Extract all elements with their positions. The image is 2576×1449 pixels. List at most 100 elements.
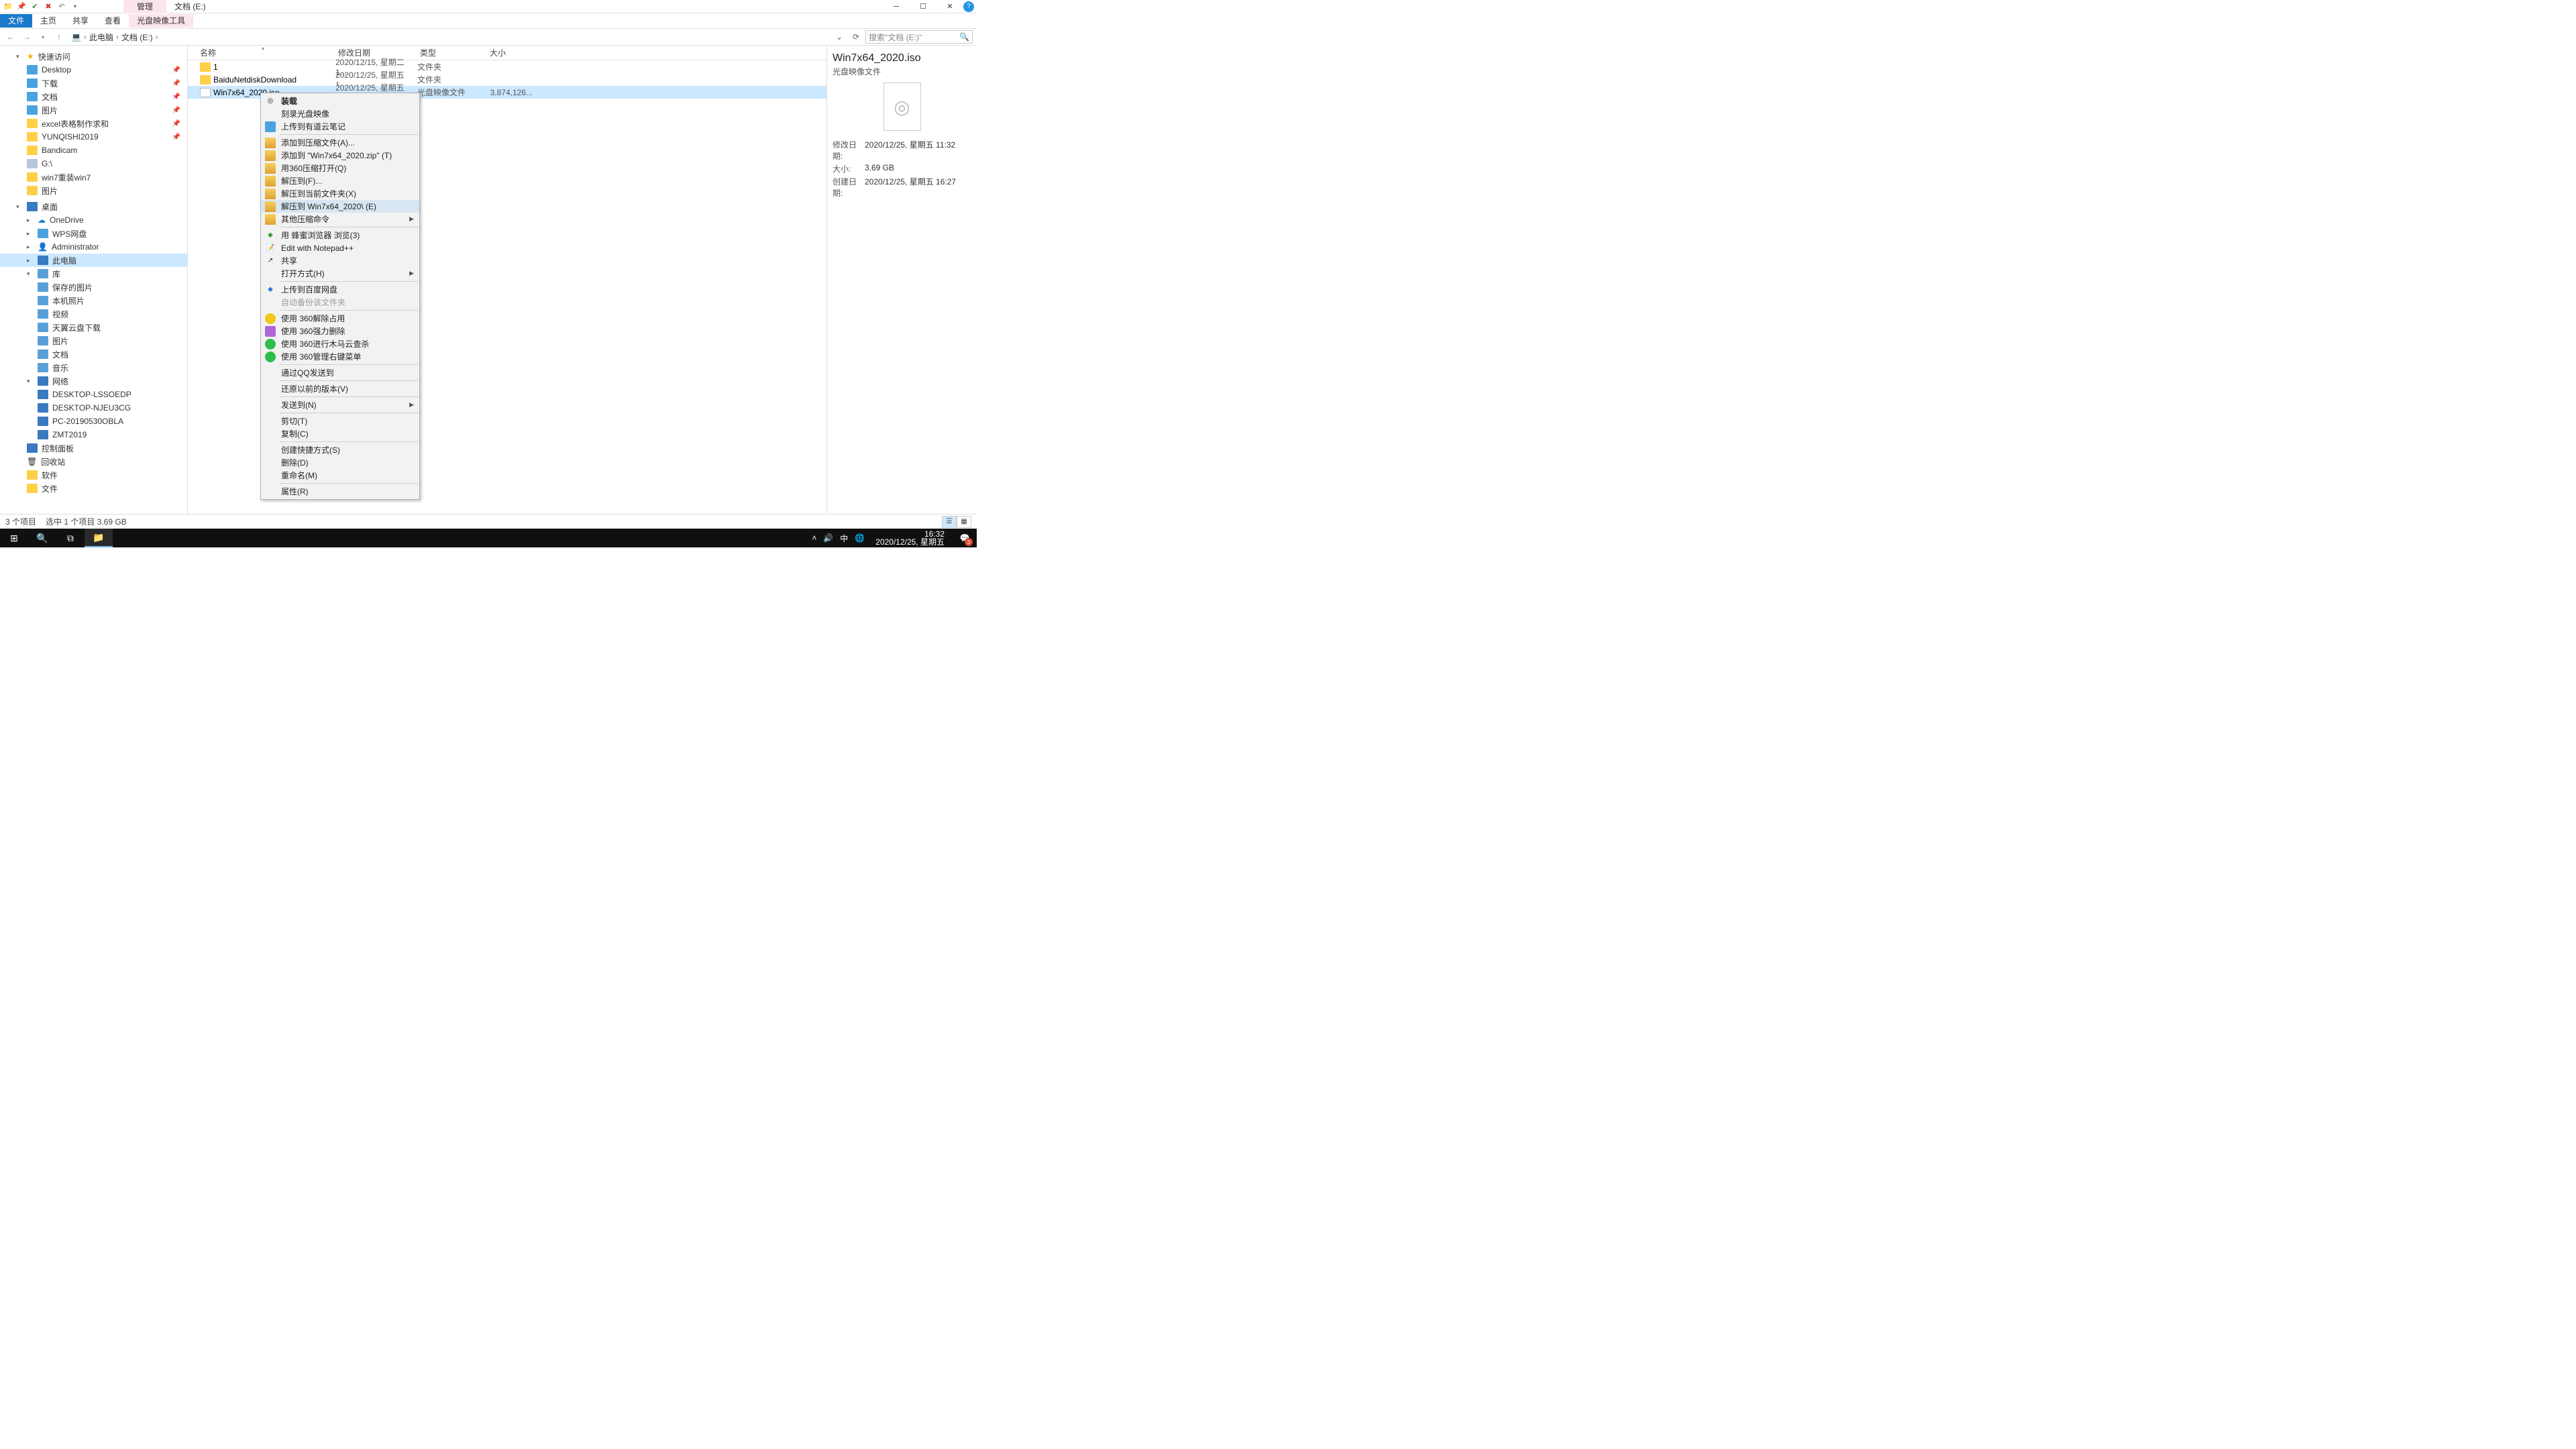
- nav-net-3[interactable]: PC-20190530OBLA: [0, 415, 187, 428]
- nav-onedrive[interactable]: ▸☁OneDrive: [0, 213, 187, 227]
- nav-gdrive[interactable]: G:\: [0, 157, 187, 170]
- chevron-down-icon[interactable]: ▾: [27, 270, 34, 278]
- task-view-button[interactable]: ⧉: [56, 529, 85, 547]
- chevron-right-icon[interactable]: ▸: [27, 217, 34, 224]
- ctx-open-360zip[interactable]: 用360压缩打开(Q): [261, 162, 419, 174]
- ctx-browser[interactable]: ◆用 蜂蜜浏览器 浏览(3): [261, 229, 419, 241]
- nav-files[interactable]: 文件: [0, 482, 187, 495]
- ctx-baidu[interactable]: ◆上传到百度网盘: [261, 283, 419, 296]
- ctx-notepad[interactable]: 📝Edit with Notepad++: [261, 241, 419, 254]
- ctx-properties[interactable]: 属性(R): [261, 485, 419, 498]
- nav-lib-video[interactable]: 视频: [0, 307, 187, 321]
- minimize-button[interactable]: ─: [883, 0, 910, 13]
- nav-control-panel[interactable]: 控制面板: [0, 441, 187, 455]
- nav-lib-tianyi[interactable]: 天翼云盘下载: [0, 321, 187, 334]
- ctx-youdao[interactable]: 上传到有道云笔记: [261, 120, 419, 133]
- address-dropdown-icon[interactable]: ⌄: [836, 32, 843, 42]
- nav-wps[interactable]: ▸WPS网盘: [0, 227, 187, 240]
- ctx-restore[interactable]: 还原以前的版本(V): [261, 382, 419, 395]
- nav-downloads[interactable]: 下载📌: [0, 76, 187, 90]
- tab-share[interactable]: 共享: [64, 14, 97, 28]
- up-button[interactable]: ↑: [52, 30, 66, 44]
- chevron-right-icon[interactable]: ▸: [27, 244, 34, 251]
- network-icon[interactable]: 🌐: [855, 533, 865, 543]
- search-button[interactable]: 🔍: [28, 529, 56, 547]
- chevron-down-icon[interactable]: ▾: [27, 378, 34, 385]
- refresh-button[interactable]: ⟳: [849, 32, 863, 42]
- nav-net-4[interactable]: ZMT2019: [0, 428, 187, 441]
- nav-net-1[interactable]: DESKTOP-LSSOEDP: [0, 388, 187, 401]
- nav-pictures[interactable]: 图片📌: [0, 103, 187, 117]
- nav-pictures2[interactable]: 图片: [0, 184, 187, 197]
- ctx-mount[interactable]: ◎装载: [261, 95, 419, 107]
- nav-lib-docs[interactable]: 文档: [0, 347, 187, 361]
- nav-lib-pics[interactable]: 图片: [0, 334, 187, 347]
- nav-software[interactable]: 软件: [0, 468, 187, 482]
- ctx-360-manage[interactable]: 使用 360管理右键菜单: [261, 350, 419, 363]
- table-row[interactable]: 1 2020/12/15, 星期二 1... 文件夹: [188, 60, 826, 73]
- ctx-add-archive[interactable]: 添加到压缩文件(A)...: [261, 136, 419, 149]
- taskbar-clock[interactable]: 16:32 2020/12/25, 星期五: [871, 530, 949, 546]
- chevron-right-icon[interactable]: ›: [84, 32, 87, 42]
- nav-desktop[interactable]: Desktop📌: [0, 63, 187, 76]
- qat-check-icon[interactable]: ✔: [30, 1, 40, 12]
- start-button[interactable]: ⊞: [0, 529, 28, 547]
- nav-administrator[interactable]: ▸👤Administrator: [0, 240, 187, 254]
- ctx-share[interactable]: ↗共享: [261, 254, 419, 267]
- ctx-360-scan[interactable]: 使用 360进行木马云查杀: [261, 337, 419, 350]
- ctx-rename[interactable]: 重命名(M): [261, 469, 419, 482]
- chevron-right-icon[interactable]: ›: [156, 32, 158, 42]
- forward-button[interactable]: →: [20, 30, 34, 44]
- column-size[interactable]: 大小: [490, 47, 538, 58]
- explorer-taskbar-button[interactable]: 📁: [85, 529, 113, 547]
- nav-desktop-root[interactable]: ▾桌面: [0, 200, 187, 213]
- nav-this-pc[interactable]: ▸此电脑: [0, 254, 187, 267]
- table-row[interactable]: BaiduNetdiskDownload 2020/12/25, 星期五 1..…: [188, 73, 826, 86]
- tab-view[interactable]: 查看: [97, 14, 129, 28]
- nav-libraries[interactable]: ▾库: [0, 267, 187, 280]
- ctx-add-zip[interactable]: 添加到 "Win7x64_2020.zip" (T): [261, 149, 419, 162]
- qat-dropdown-icon[interactable]: ▾: [70, 1, 80, 12]
- ctx-delete[interactable]: 删除(D): [261, 456, 419, 469]
- nav-network[interactable]: ▾网络: [0, 374, 187, 388]
- ctx-other-compress[interactable]: 其他压缩命令▶: [261, 213, 419, 225]
- nav-win7reinstall[interactable]: win7重装win7: [0, 170, 187, 184]
- tray-overflow-icon[interactable]: ˄: [812, 533, 816, 543]
- search-input[interactable]: 搜索"文档 (E:)" 🔍: [865, 30, 973, 44]
- history-dropdown[interactable]: ▾: [36, 30, 50, 44]
- nav-documents[interactable]: 文档📌: [0, 90, 187, 103]
- qat-pin-icon[interactable]: 📌: [16, 1, 27, 12]
- nav-quick-access[interactable]: ▾★快速访问: [0, 50, 187, 63]
- tab-disc-tools[interactable]: 光盘映像工具: [129, 14, 193, 28]
- crumb-this-pc[interactable]: 此电脑: [89, 32, 113, 43]
- ctx-extract-here[interactable]: 解压到当前文件夹(X): [261, 187, 419, 200]
- tab-file[interactable]: 文件: [0, 14, 32, 28]
- nav-excel[interactable]: excel表格制作求和📌: [0, 117, 187, 130]
- ctx-shortcut[interactable]: 创建快捷方式(S): [261, 443, 419, 456]
- ctx-open-with[interactable]: 打开方式(H)▶: [261, 267, 419, 280]
- chevron-down-icon[interactable]: ▾: [16, 203, 23, 211]
- ctx-qq-send[interactable]: 通过QQ发送到: [261, 366, 419, 379]
- notification-center-button[interactable]: 💬3: [955, 529, 974, 547]
- tab-home[interactable]: 主页: [32, 14, 64, 28]
- maximize-button[interactable]: ☐: [910, 0, 936, 13]
- back-button[interactable]: ←: [4, 30, 17, 44]
- breadcrumb[interactable]: 💻 › 此电脑 › 文档 (E:) ›: [68, 32, 833, 43]
- ctx-extract-named[interactable]: 解压到 Win7x64_2020\ (E): [261, 200, 419, 213]
- nav-lib-savedpics[interactable]: 保存的图片: [0, 280, 187, 294]
- ctx-360-delete[interactable]: 使用 360强力删除: [261, 325, 419, 337]
- crumb-drive[interactable]: 文档 (E:): [121, 32, 153, 43]
- close-button[interactable]: ✕: [936, 0, 963, 13]
- icons-view-button[interactable]: ▦: [957, 516, 971, 528]
- chevron-right-icon[interactable]: ▸: [27, 230, 34, 237]
- ime-indicator[interactable]: 中: [840, 533, 848, 544]
- ctx-360-unlock[interactable]: 使用 360解除占用: [261, 312, 419, 325]
- ctx-extract-to[interactable]: 解压到(F)...: [261, 174, 419, 187]
- column-type[interactable]: 类型: [420, 47, 490, 58]
- qat-undo-icon[interactable]: ↶: [56, 1, 67, 12]
- volume-icon[interactable]: 🔊: [823, 533, 833, 543]
- chevron-down-icon[interactable]: ▾: [16, 53, 23, 60]
- details-view-button[interactable]: ☰: [942, 516, 957, 528]
- help-icon[interactable]: ?: [963, 1, 974, 12]
- chevron-right-icon[interactable]: ›: [116, 32, 119, 42]
